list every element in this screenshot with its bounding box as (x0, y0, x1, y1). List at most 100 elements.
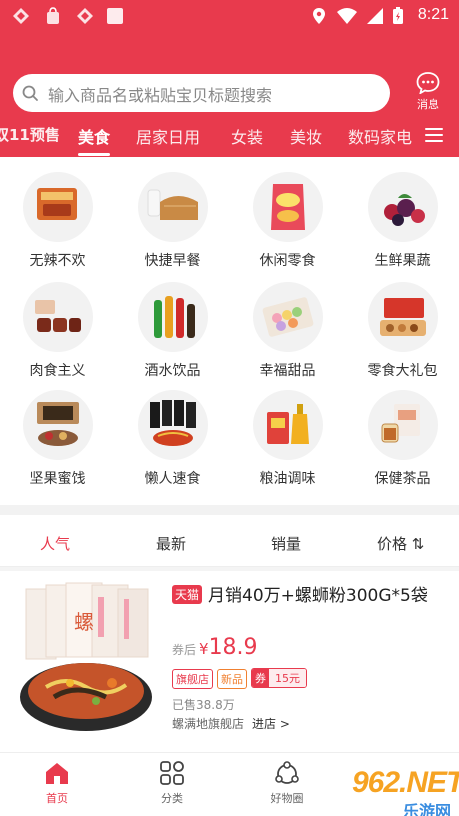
tab-womens-clothing[interactable]: 女装 (231, 124, 263, 148)
tag-flagship: 旗舰店 (172, 669, 213, 689)
sort-popular[interactable]: 人气 (40, 533, 70, 554)
enter-shop-link[interactable]: 进店 > (252, 717, 290, 731)
section-divider (0, 505, 459, 515)
category-grid-icon (160, 761, 184, 785)
nav-label: 首页 (46, 792, 68, 805)
category-label: 保健茶品 (374, 471, 431, 487)
nav-home[interactable]: 首页 (22, 761, 92, 806)
category-label: 粮油调味 (259, 471, 316, 487)
category-item-desserts[interactable]: 幸福甜品 (230, 282, 345, 380)
category-item-gift-pack[interactable]: 零食大礼包 (345, 282, 459, 380)
category-label: 坚果蜜饯 (29, 471, 86, 487)
category-label: 零食大礼包 (367, 363, 438, 379)
tea-icon (367, 390, 438, 460)
watermark-sub: 乐游网 (402, 802, 451, 816)
tab-presale[interactable]: 双11预售 (0, 124, 60, 145)
battery-icon (393, 7, 403, 24)
sold-count: 已售38.8万 (172, 698, 235, 712)
category-item-instant[interactable]: 懒人速食 (115, 390, 230, 488)
product-image: 螺 (20, 582, 152, 731)
category-label: 休闲零食 (259, 253, 316, 269)
coupon-badge[interactable]: 券 15元 (251, 668, 307, 688)
berries-icon (367, 172, 438, 242)
chips-bag-icon (252, 172, 323, 242)
category-label: 快捷早餐 (144, 253, 201, 269)
nav-label: 分类 (161, 792, 183, 805)
rice-oil-icon (252, 390, 323, 460)
status-bar: 8:21 (0, 0, 459, 32)
category-item-nuts[interactable]: 坚果蜜饯 (0, 390, 115, 488)
category-item-snacks[interactable]: 休闲零食 (230, 172, 345, 270)
category-item-spicy[interactable]: 无辣不欢 (0, 172, 115, 270)
product-tags: 旗舰店 新品券 15元 (172, 668, 307, 689)
category-item-drinks[interactable]: 酒水饮品 (115, 282, 230, 380)
wifi-icon (337, 8, 357, 24)
search-icon (22, 85, 38, 101)
bag-icon (47, 7, 59, 24)
price-currency: ¥ (199, 640, 209, 658)
category-label: 酒水饮品 (144, 363, 201, 379)
tag-new: 新品 (217, 669, 247, 689)
category-label: 无辣不欢 (29, 253, 86, 269)
category-item-breakfast[interactable]: 快捷早餐 (115, 172, 230, 270)
price-value: 18.9 (208, 635, 258, 660)
status-time: 8:21 (417, 6, 449, 23)
category-label: 懒人速食 (144, 471, 201, 487)
message-button[interactable]: 消息 (411, 72, 445, 112)
macaron-icon (252, 282, 323, 352)
signal-icon (367, 8, 383, 24)
gift-box-icon (367, 282, 438, 352)
sort-newest[interactable]: 最新 (156, 533, 186, 554)
instant-noodles-icon (137, 390, 208, 460)
meat-icon (22, 282, 93, 352)
coupon-value: 15元 (269, 669, 306, 687)
breakfast-bread-icon (137, 172, 208, 242)
message-label: 消息 (417, 98, 439, 111)
category-label: 幸福甜品 (259, 363, 316, 379)
chevron-right-icon: > (279, 717, 290, 731)
category-label: 肉食主义 (29, 363, 86, 379)
category-item-grain-oil[interactable]: 粮油调味 (230, 390, 345, 488)
category-item-fresh[interactable]: 生鲜果蔬 (345, 172, 459, 270)
tmall-badge: 天猫 (172, 585, 203, 604)
category-label: 生鲜果蔬 (374, 253, 431, 269)
shop-row: 螺满地旗舰店 进店 > (172, 715, 290, 732)
category-tabs: 双11预售 美食 居家日用 女装 美妆 数码家电 (0, 124, 459, 157)
sort-sales[interactable]: 销量 (271, 533, 301, 554)
home-icon (46, 763, 68, 784)
product-card[interactable]: 螺 天猫 月销40万+螺蛳粉300G*5袋 券后 ¥18.9 旗舰店 新品券 15元 已… (0, 571, 459, 746)
svg-text:螺: 螺 (74, 610, 94, 634)
header: 输入商品名或粘贴宝贝标题搜索 消息 双11预售 美食 居家日用 女装 美妆 数码… (0, 32, 459, 157)
square-icon (107, 8, 123, 24)
drink-bottles-icon (137, 282, 208, 352)
price-prefix: 券后 (172, 643, 197, 657)
nav-label: 好物圈 (270, 792, 304, 805)
product-price: 券后 ¥18.9 (172, 635, 258, 660)
search-placeholder: 输入商品名或粘贴宝贝标题搜索 (48, 86, 273, 105)
search-input[interactable]: 输入商品名或粘贴宝贝标题搜索 (13, 74, 390, 112)
nuts-icon (22, 390, 93, 460)
location-icon (313, 8, 325, 24)
sort-price[interactable]: 价格 ⇅ (377, 533, 427, 554)
category-grid: 无辣不欢 快捷早餐 休闲零食 生鲜果蔬 肉食主义 酒水饮品 幸福甜品 零食大礼包… (0, 158, 459, 498)
category-item-meat[interactable]: 肉食主义 (0, 282, 115, 380)
category-item-tea[interactable]: 保健茶品 (345, 390, 459, 488)
site-watermark-logo: 962.NET 乐游网 (316, 766, 459, 816)
coupon-label: 券 (252, 669, 269, 687)
menu-icon[interactable] (425, 128, 443, 142)
watermark-brand: 962.NET (352, 766, 459, 799)
app-screen: 8:21 输入商品名或粘贴宝贝标题搜索 消息 双11预售 美食 居家日用 女装 … (0, 0, 459, 816)
app-icon (77, 8, 93, 24)
notification-icon (13, 8, 29, 24)
nav-good-circle[interactable]: 好物圈 (252, 761, 322, 806)
tab-food[interactable]: 美食 (78, 124, 111, 156)
product-title-text: 月销40万+螺蛳粉300G*5袋 (208, 586, 428, 606)
spicy-snack-icon (22, 172, 93, 242)
tab-home-daily[interactable]: 居家日用 (136, 124, 200, 148)
chat-bubble-icon (416, 72, 440, 94)
tab-digital-appliances[interactable]: 数码家电 (348, 124, 414, 148)
tab-beauty[interactable]: 美妆 (290, 124, 322, 148)
shop-name: 螺满地旗舰店 (172, 717, 245, 731)
sort-bar: 人气 最新 销量 价格 ⇅ (0, 515, 459, 567)
nav-category[interactable]: 分类 (137, 761, 207, 806)
